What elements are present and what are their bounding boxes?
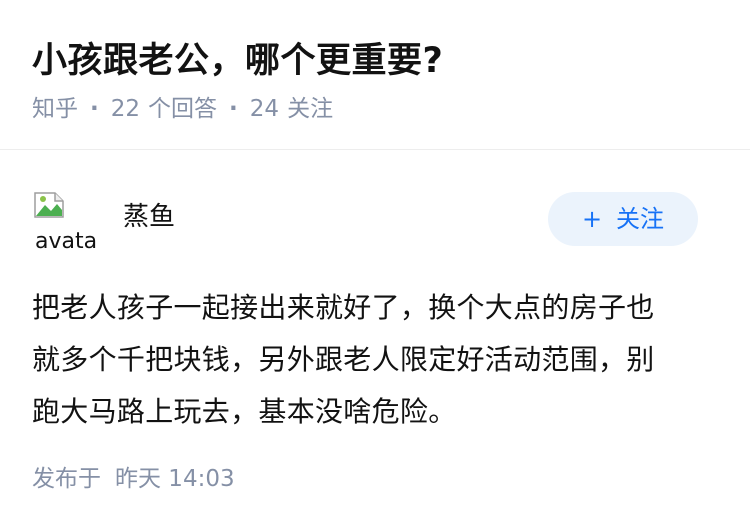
author-row: avatar 蒸鱼 + 关注: [0, 182, 750, 254]
follow-count-label: 关注: [287, 96, 334, 122]
answer-line: 把老人孩子一起接出来就好了，换个大点的房子也: [32, 291, 655, 324]
published-time: 昨天 14:03: [115, 466, 235, 492]
follow-button-label: 关注: [616, 205, 665, 233]
answer-content[interactable]: 把老人孩子一起接出来就好了，换个大点的房子也 就多个千把块钱，另外跟老人限定好活…: [32, 282, 722, 438]
question-header: 小孩跟老公，哪个更重要? 知乎 · 22 个回答 · 24 关注: [0, 0, 750, 150]
source-label[interactable]: 知乎: [32, 96, 78, 122]
published-label: 发布于: [32, 466, 101, 492]
avatar[interactable]: avatar: [33, 187, 99, 253]
question-title[interactable]: 小孩跟老公，哪个更重要?: [32, 38, 443, 84]
author-name[interactable]: 蒸鱼: [123, 200, 175, 234]
answer-count-label: 个回答: [148, 96, 218, 122]
separator-dot: ·: [90, 96, 99, 122]
answer-footer: 发布于 昨天 14:03: [32, 462, 235, 496]
follow-count: 24: [249, 96, 280, 122]
zhihu-answer-page: 小孩跟老公，哪个更重要? 知乎 · 22 个回答 · 24 关注 avatar 蒸鱼 + 关注…: [0, 0, 750, 530]
avatar-alt-text: avatar: [35, 229, 99, 253]
question-meta: 知乎 · 22 个回答 · 24 关注: [32, 94, 333, 124]
answer-count: 22: [110, 96, 141, 122]
follow-author-button[interactable]: + 关注: [548, 192, 698, 246]
plus-icon: +: [581, 205, 603, 233]
answer-line: 跑大马路上玩去，基本没啥危险。: [32, 395, 457, 428]
separator-dot: ·: [229, 96, 238, 122]
answer-line: 就多个千把块钱，另外跟老人限定好活动范围，别: [32, 343, 655, 376]
broken-image-icon: [34, 192, 64, 218]
